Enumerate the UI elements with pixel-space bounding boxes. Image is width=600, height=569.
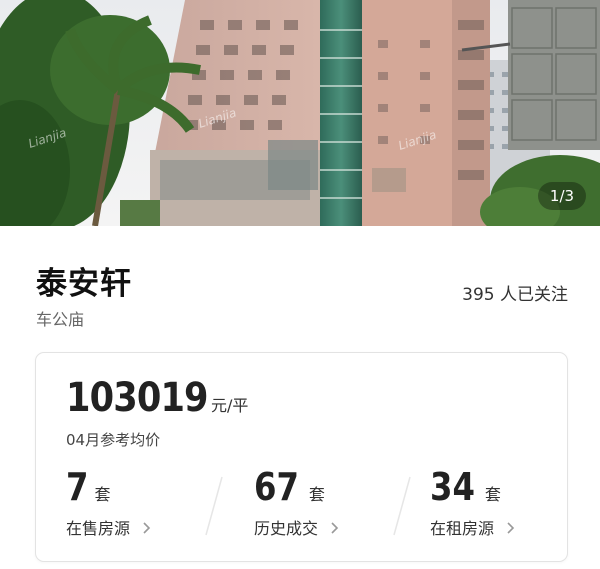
community-name: 泰安轩	[36, 266, 132, 302]
stat-link[interactable]: 历史成交	[254, 515, 341, 539]
stat-value: 7	[66, 465, 89, 509]
average-price: 103019 元/平	[66, 375, 248, 423]
chevron-right-icon	[143, 522, 151, 534]
photo-pager: 1/3	[538, 182, 586, 210]
chevron-right-icon	[507, 522, 515, 534]
building-photo: Lianjia Lianjia Lianjia	[0, 0, 600, 226]
hero-photo[interactable]: Lianjia Lianjia Lianjia 1/3	[0, 0, 600, 226]
title-row: 泰安轩 395 人已关注	[36, 258, 568, 305]
stat-history-sold[interactable]: 67 套 历史成交	[254, 465, 339, 545]
stat-unit: 套	[484, 485, 501, 504]
follower-count[interactable]: 395 人已关注	[462, 280, 568, 305]
stats-row: 7套 在售房源 67 套 历史成交 34 套 在租房源	[36, 465, 569, 555]
price-card: 103019 元/平 04月参考均价 7套 在售房源 67 套 历史成交 34 套 在…	[35, 352, 568, 562]
stat-label: 历史成交	[254, 519, 319, 538]
district-label[interactable]: 车公庙	[36, 306, 84, 330]
chevron-right-icon	[331, 522, 339, 534]
price-note: 04月参考均价	[66, 431, 161, 449]
stat-for-rent[interactable]: 34 套 在租房源	[430, 465, 515, 545]
stat-value: 34	[430, 465, 475, 509]
price-value: 103019	[66, 375, 209, 421]
divider	[393, 476, 411, 536]
stat-unit: 套	[308, 485, 325, 504]
stat-label: 在租房源	[430, 519, 495, 538]
price-unit: 元/平	[211, 396, 249, 415]
stat-unit: 套	[94, 485, 111, 504]
stat-label: 在售房源	[66, 519, 131, 538]
stat-link[interactable]: 在租房源	[430, 515, 517, 539]
divider	[205, 476, 223, 536]
stat-value: 67	[254, 465, 299, 509]
stat-link[interactable]: 在售房源	[66, 515, 153, 539]
stat-on-sale[interactable]: 7套 在售房源	[66, 465, 151, 545]
